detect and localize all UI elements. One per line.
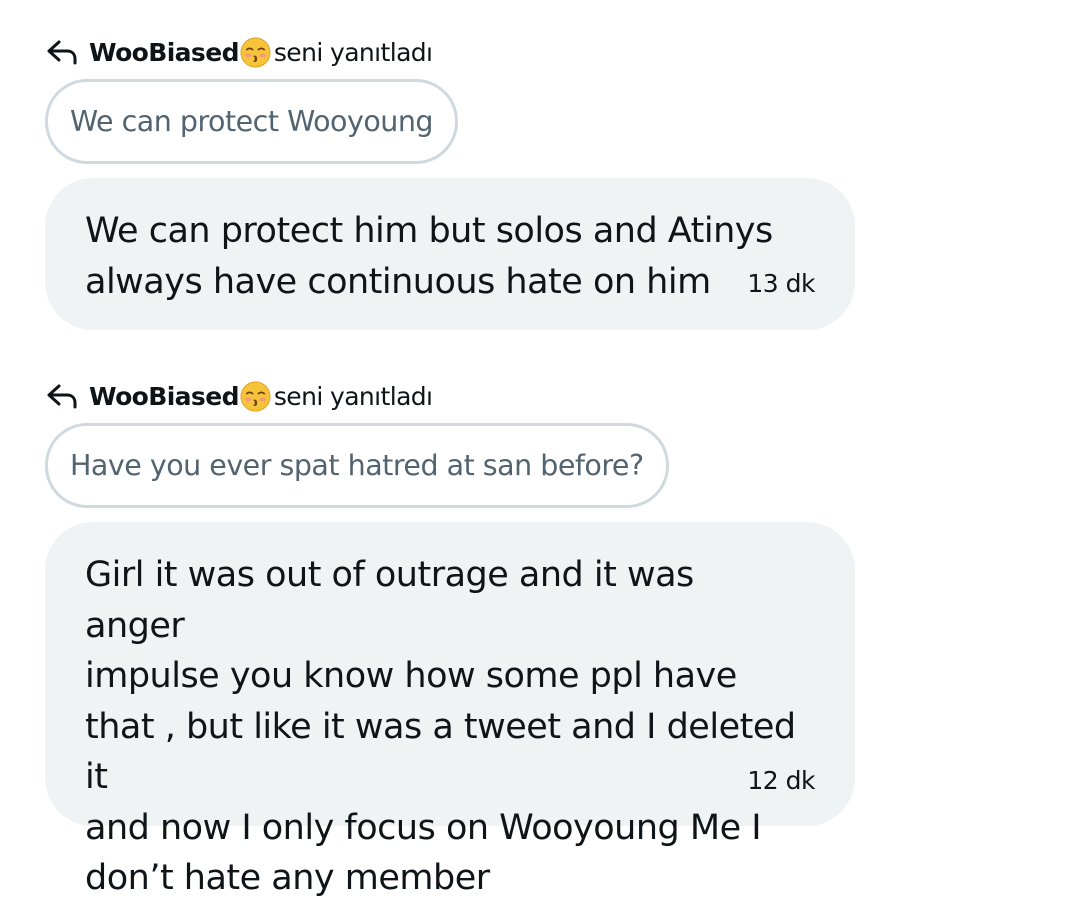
reply-username[interactable]: WooBiased: [89, 38, 239, 67]
reply-action-text: seni yanıtladı: [273, 37, 433, 67]
kissing-face-emoji-icon: [240, 37, 271, 68]
reply-arrow-icon: [45, 383, 79, 409]
message-text: Girl it was out of outrage and it was an…: [85, 555, 796, 898]
reply-action-text: seni yanıtladı: [273, 381, 433, 411]
kissing-face-emoji-icon: [240, 381, 271, 412]
message-bubble[interactable]: Girl it was out of outrage and it was an…: [45, 522, 855, 898]
reply-arrow-icon: [45, 39, 79, 65]
quoted-message[interactable]: We can protect Wooyoung: [45, 79, 458, 164]
quoted-message-text: We can protect Wooyoung: [70, 105, 434, 138]
message-text: We can protect him but solos and Atinys …: [85, 211, 773, 302]
message-timestamp: 13 dk: [747, 269, 815, 298]
message-timestamp: 12 dk: [747, 766, 815, 795]
quoted-message-text: Have you ever spat hatred at san before?: [70, 449, 644, 482]
reply-username[interactable]: WooBiased: [89, 382, 239, 411]
reply-header[interactable]: WooBiased seni yanıtladı: [45, 34, 433, 70]
quoted-message[interactable]: Have you ever spat hatred at san before?: [45, 423, 669, 508]
reply-header[interactable]: WooBiased seni yanıtladı: [45, 378, 433, 414]
message-bubble[interactable]: We can protect him but solos and Atinys …: [45, 178, 855, 330]
